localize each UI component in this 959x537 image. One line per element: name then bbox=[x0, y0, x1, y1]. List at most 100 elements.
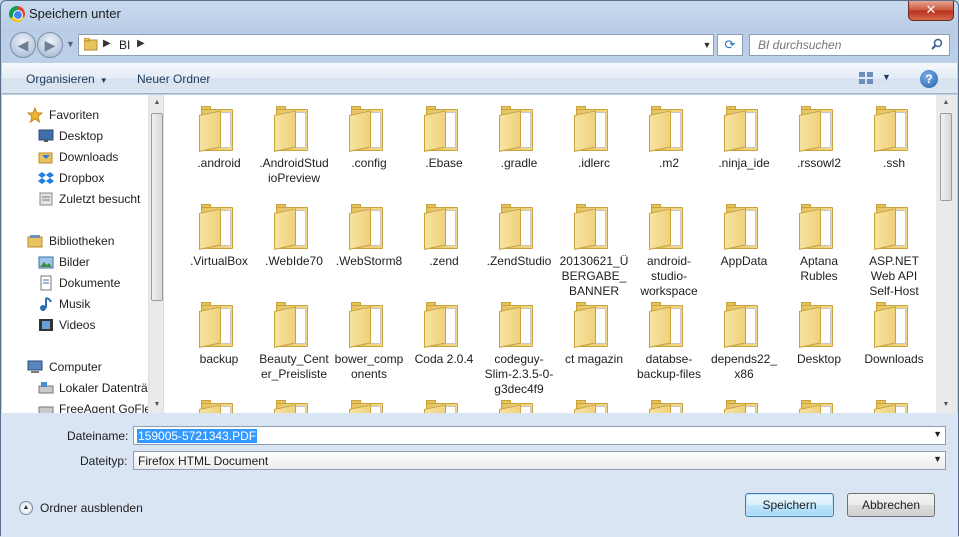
folder-item[interactable] bbox=[483, 397, 555, 413]
file-list-scrollbar[interactable]: ▲ ▼ bbox=[936, 95, 957, 413]
organize-label: Organisieren bbox=[26, 72, 95, 86]
nav-item-recent[interactable]: Zuletzt besucht bbox=[2, 189, 152, 209]
search-icon[interactable] bbox=[931, 38, 943, 50]
folder-item[interactable]: 20130621_ÜBERGABE_BANNER bbox=[558, 201, 630, 299]
close-button[interactable]: ✕ bbox=[908, 1, 954, 21]
folder-item[interactable]: backup bbox=[183, 299, 255, 367]
navigation-pane: Favoriten Desktop Downloads Dropbox Zule… bbox=[2, 95, 164, 413]
breadcrumb-item[interactable]: BI bbox=[119, 38, 130, 52]
nav-item-dropbox[interactable]: Dropbox bbox=[2, 168, 152, 188]
scroll-down-icon[interactable]: ▼ bbox=[938, 397, 954, 413]
folder-item[interactable]: .config bbox=[333, 103, 405, 171]
folder-icon bbox=[649, 201, 689, 250]
breadcrumb-separator-icon[interactable]: ▶ bbox=[137, 38, 145, 49]
folder-item[interactable] bbox=[258, 397, 330, 413]
nav-item-pictures[interactable]: Bilder bbox=[2, 252, 152, 272]
chevron-down-icon[interactable]: ▼ bbox=[933, 429, 942, 439]
folder-item[interactable]: .gradle bbox=[483, 103, 555, 171]
folder-item[interactable]: .ZendStudio bbox=[483, 201, 555, 269]
folder-item[interactable]: .android bbox=[183, 103, 255, 171]
folder-item[interactable]: .AndroidStudioPreview bbox=[258, 103, 330, 186]
breadcrumb-separator-icon[interactable]: ▶ bbox=[103, 38, 111, 49]
nav-item-favorites[interactable]: Favoriten bbox=[2, 105, 152, 125]
recent-icon bbox=[39, 192, 53, 206]
folder-item[interactable]: .idlerc bbox=[558, 103, 630, 171]
organize-menu[interactable]: Organisieren ▼ bbox=[26, 72, 108, 86]
address-dropdown-icon[interactable]: ▼ bbox=[699, 34, 715, 56]
folder-item[interactable]: .VirtualBox bbox=[183, 201, 255, 269]
nav-item-videos[interactable]: Videos bbox=[2, 315, 152, 335]
folder-item[interactable]: .rssowl2 bbox=[783, 103, 855, 171]
scroll-thumb[interactable] bbox=[940, 113, 952, 201]
folder-icon bbox=[799, 299, 839, 348]
folder-name: depends22_x86 bbox=[710, 352, 778, 381]
forward-button[interactable]: ▶ bbox=[37, 32, 63, 58]
address-bar[interactable]: ▶ BI ▶ bbox=[78, 34, 714, 56]
nav-item-computer[interactable]: Computer bbox=[2, 357, 152, 377]
nav-item-desktop[interactable]: Desktop bbox=[2, 126, 152, 146]
chevron-up-icon: ▲ bbox=[19, 501, 33, 515]
nav-item-documents[interactable]: Dokumente bbox=[2, 273, 152, 293]
cancel-button[interactable]: Abbrechen bbox=[847, 493, 935, 517]
folder-name: .config bbox=[351, 156, 387, 170]
folder-name: Desktop bbox=[796, 352, 842, 366]
folder-item[interactable]: Downloads bbox=[858, 299, 930, 367]
folder-item[interactable]: .WebIde70 bbox=[258, 201, 330, 269]
folder-item[interactable]: Aptana Rubles bbox=[783, 201, 855, 284]
refresh-button[interactable]: ⟳ bbox=[717, 34, 743, 56]
nav-item-libraries[interactable]: Bibliotheken bbox=[2, 231, 152, 251]
folder-item[interactable] bbox=[408, 397, 480, 413]
folder-item[interactable] bbox=[333, 397, 405, 413]
folder-item[interactable] bbox=[183, 397, 255, 413]
folder-item[interactable]: .ninja_ide bbox=[708, 103, 780, 171]
folder-item[interactable]: .Ebase bbox=[408, 103, 480, 171]
nav-scrollbar[interactable]: ▲ ▼ bbox=[148, 95, 163, 413]
folder-item[interactable]: bower_components bbox=[333, 299, 405, 382]
folder-item[interactable] bbox=[633, 397, 705, 413]
folder-item[interactable]: databse-backup-files bbox=[633, 299, 705, 382]
nav-item-music[interactable]: Musik bbox=[2, 294, 152, 314]
chevron-down-icon[interactable]: ▼ bbox=[933, 454, 942, 464]
folder-item[interactable]: Beauty_Center_Preisliste bbox=[258, 299, 330, 382]
folder-item[interactable] bbox=[783, 397, 855, 413]
folder-item[interactable] bbox=[708, 397, 780, 413]
scroll-up-icon[interactable]: ▲ bbox=[938, 95, 954, 111]
folder-item[interactable]: AppData bbox=[708, 201, 780, 269]
scroll-up-icon[interactable]: ▲ bbox=[149, 95, 163, 111]
folder-item[interactable]: .ssh bbox=[858, 103, 930, 171]
filetype-select[interactable]: Firefox HTML Document ▼ bbox=[133, 451, 946, 470]
nav-item-freeagent[interactable]: FreeAgent GoFlex bbox=[2, 399, 152, 413]
search-box[interactable] bbox=[749, 34, 950, 56]
folder-item[interactable]: ASP.NET Web API Self-Host bbox=[858, 201, 930, 299]
folder-item[interactable]: .zend bbox=[408, 201, 480, 269]
search-input[interactable] bbox=[758, 38, 918, 52]
folder-item[interactable]: Desktop bbox=[783, 299, 855, 367]
recent-locations-chevron-icon[interactable]: ▼ bbox=[66, 39, 75, 49]
help-button[interactable]: ? bbox=[920, 70, 938, 88]
folder-item[interactable] bbox=[558, 397, 630, 413]
view-dropdown-icon[interactable]: ▼ bbox=[882, 72, 891, 82]
folder-icon bbox=[199, 299, 239, 348]
folder-item[interactable]: ct magazin bbox=[558, 299, 630, 367]
folder-name: .WebIde70 bbox=[265, 254, 323, 268]
folder-item[interactable] bbox=[858, 397, 930, 413]
folder-item[interactable]: .m2 bbox=[633, 103, 705, 171]
save-button[interactable]: Speichern bbox=[745, 493, 834, 517]
folder-item[interactable]: android-studio-workspace bbox=[633, 201, 705, 299]
view-options-icon[interactable] bbox=[858, 71, 874, 85]
dropbox-icon bbox=[38, 172, 54, 184]
folder-item[interactable]: .WebStorm8 bbox=[333, 201, 405, 269]
nav-item-local-disk[interactable]: Lokaler Datenträger bbox=[2, 378, 152, 398]
folder-icon bbox=[349, 103, 389, 152]
command-bar: Organisieren ▼ Neuer Ordner ▼ ? bbox=[2, 63, 957, 94]
filename-field[interactable]: 159005-5721343.PDF ▼ bbox=[133, 426, 946, 445]
new-folder-button[interactable]: Neuer Ordner bbox=[137, 72, 210, 86]
nav-item-downloads[interactable]: Downloads bbox=[2, 147, 152, 167]
folder-item[interactable]: Coda 2.0.4 bbox=[408, 299, 480, 367]
scroll-thumb[interactable] bbox=[151, 113, 163, 301]
back-button[interactable]: ◀ bbox=[10, 32, 36, 58]
folder-item[interactable]: depends22_x86 bbox=[708, 299, 780, 382]
nav-item-label: Zuletzt besucht bbox=[59, 192, 141, 206]
scroll-down-icon[interactable]: ▼ bbox=[149, 397, 163, 413]
folder-item[interactable]: codeguy-Slim-2.3.5-0-g3dec4f9 bbox=[483, 299, 555, 397]
